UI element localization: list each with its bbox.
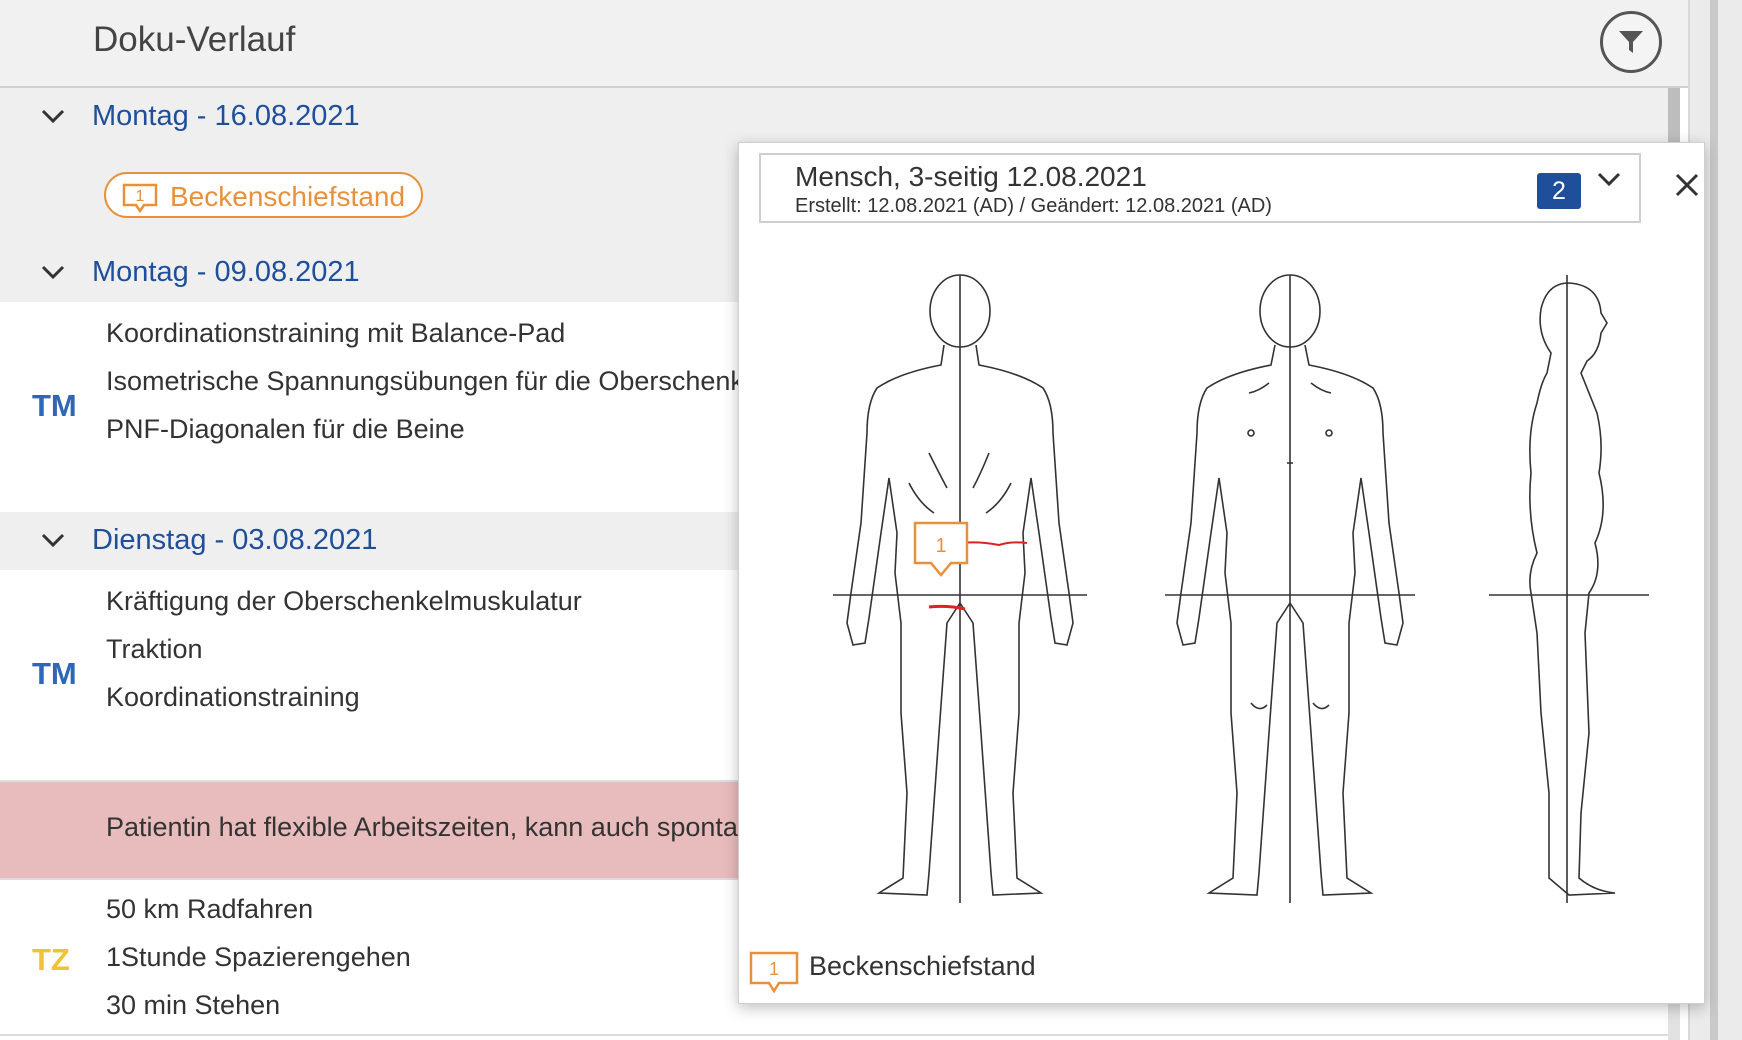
entry-text: Isometrische Spannungsübungen für die Ob… [106, 366, 765, 396]
entry-text: 30 min Stehen [106, 990, 281, 1020]
legend-marker-icon: 1 [749, 951, 799, 994]
chevron-down-icon [41, 109, 65, 124]
date-label: Dienstag - 03.08.2021 [92, 524, 378, 556]
close-icon[interactable] [1673, 171, 1701, 199]
count-badge: 2 [1537, 173, 1581, 209]
therapy-code: TM [32, 656, 77, 691]
side-view-figure [1489, 275, 1649, 903]
date-label: Montag - 09.08.2021 [92, 256, 360, 288]
chevron-down-icon [41, 533, 65, 548]
popup-subtitle: Erstellt: 12.08.2021 (AD) / Geändert: 12… [795, 195, 1272, 217]
document-select[interactable]: Mensch, 3-seitig 12.08.2021 Erstellt: 12… [759, 153, 1641, 223]
right-strip [1710, 0, 1718, 1040]
body-figures: 1 [833, 274, 1649, 903]
entry-text: Traktion [106, 634, 203, 664]
popup-title: Mensch, 3-seitig 12.08.2021 [795, 161, 1147, 192]
chevron-down-icon [41, 265, 65, 280]
front-view-figure [1165, 274, 1415, 903]
badge-label: Beckenschiefstand [170, 181, 406, 212]
chevron-down-icon [1597, 172, 1621, 187]
note-text: Patientin hat flexible Arbeitszeiten, ka… [106, 812, 753, 842]
entry-text: PNF-Diagonalen für die Beine [106, 414, 465, 444]
therapy-code: TM [32, 388, 77, 423]
filter-button[interactable] [1600, 11, 1662, 73]
marker-number-icon: 1 [122, 183, 158, 213]
finding-badge[interactable]: 1 Beckenschiefstand [104, 172, 423, 218]
svg-text:1: 1 [769, 959, 779, 979]
back-view-figure [833, 274, 1087, 903]
date-label: Montag - 16.08.2021 [92, 100, 360, 132]
entry-text: Koordinationstraining mit Balance-Pad [106, 318, 566, 348]
filter-icon [1619, 31, 1643, 53]
legend-label: Beckenschiefstand [809, 951, 1036, 981]
svg-text:1: 1 [935, 535, 946, 557]
therapy-goal-code: TZ [32, 942, 70, 977]
entry-text: 50 km Radfahren [106, 894, 314, 924]
date-row[interactable]: Montag - 16.08.2021 [0, 88, 1668, 146]
entry-text: 1Stunde Spazierengehen [106, 942, 411, 972]
divider [0, 1034, 1668, 1036]
panel-header: Doku-Verlauf [0, 0, 1688, 88]
body-chart-popup: Mensch, 3-seitig 12.08.2021 Erstellt: 12… [738, 142, 1705, 1004]
svg-text:1: 1 [136, 188, 145, 205]
page-title: Doku-Verlauf [93, 20, 296, 59]
entry-text: Kräftigung der Oberschenkelmuskulatur [106, 586, 582, 616]
entry-text: Koordinationstraining [106, 682, 360, 712]
